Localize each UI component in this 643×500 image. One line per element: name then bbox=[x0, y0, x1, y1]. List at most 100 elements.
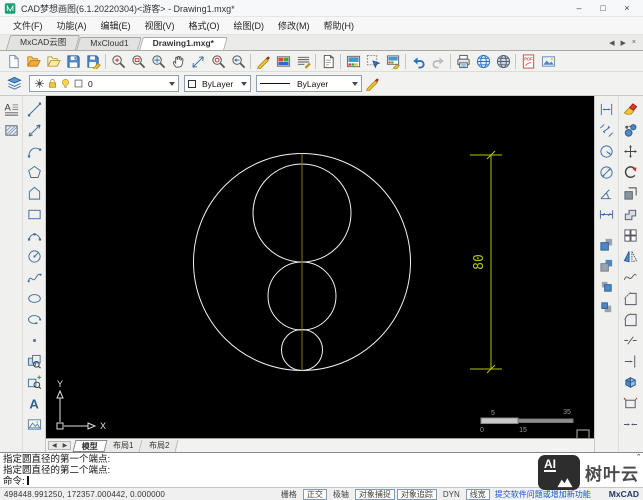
linetype-dropdown[interactable]: ByLayer bbox=[256, 75, 362, 92]
zoom-previous-icon[interactable] bbox=[228, 51, 248, 71]
erase-icon[interactable] bbox=[620, 99, 641, 120]
status-toggle[interactable]: 对象捕捉 bbox=[355, 489, 395, 500]
menu-item-modify[interactable]: 修改(M) bbox=[271, 19, 317, 32]
boundary-icon[interactable] bbox=[620, 393, 641, 414]
ellipse-arc-icon[interactable] bbox=[24, 309, 45, 330]
layer-sun-icon[interactable] bbox=[33, 77, 46, 90]
open-folder-icon[interactable] bbox=[43, 51, 63, 71]
match-prop-icon[interactable] bbox=[383, 51, 403, 71]
layers-icon[interactable] bbox=[4, 74, 24, 94]
image-icon[interactable] bbox=[24, 414, 45, 435]
offset-icon[interactable] bbox=[620, 183, 641, 204]
inscribed-polygon-icon[interactable] bbox=[24, 183, 45, 204]
open-cloud-icon[interactable] bbox=[23, 51, 43, 71]
status-toggle[interactable]: 正交 bbox=[303, 489, 327, 500]
publish-web-icon[interactable] bbox=[473, 51, 493, 71]
tab-mxcad-cloud[interactable]: MxCAD云图 bbox=[8, 35, 78, 50]
status-toggle[interactable]: DYN bbox=[439, 489, 464, 500]
print-icon[interactable] bbox=[453, 51, 473, 71]
layer-bulb-icon[interactable] bbox=[59, 77, 72, 90]
dim-continue-icon[interactable] bbox=[596, 204, 617, 225]
network-icon[interactable] bbox=[493, 51, 513, 71]
menu-item-help[interactable]: 帮助(H) bbox=[317, 19, 362, 32]
cad-drawing[interactable]: 80YX535015 bbox=[46, 96, 594, 438]
text-icon[interactable]: A bbox=[24, 393, 45, 414]
color-dropdown[interactable]: ByLayer bbox=[184, 75, 251, 92]
extend-icon[interactable] bbox=[620, 351, 641, 372]
menu-item-file[interactable]: 文件(F) bbox=[6, 19, 50, 32]
export-image-icon[interactable] bbox=[538, 51, 558, 71]
order-below-icon[interactable] bbox=[596, 297, 617, 318]
tab-mxcloud1[interactable]: MxCloud1 bbox=[78, 37, 140, 50]
layout-tab-layout1[interactable]: 布局1 bbox=[105, 440, 143, 452]
dim-linear-icon[interactable] bbox=[596, 99, 617, 120]
order-above-icon[interactable] bbox=[596, 276, 617, 297]
pan-icon[interactable] bbox=[168, 51, 188, 71]
dim-aligned-icon[interactable] bbox=[596, 120, 617, 141]
break-icon[interactable] bbox=[620, 330, 641, 351]
text-content-icon[interactable] bbox=[293, 51, 313, 71]
status-toggle[interactable]: 栅格 bbox=[277, 489, 301, 500]
menu-item-function[interactable]: 功能(A) bbox=[50, 19, 94, 32]
point-icon[interactable] bbox=[24, 330, 45, 351]
close-button[interactable]: × bbox=[615, 3, 639, 13]
save-as-icon[interactable] bbox=[83, 51, 103, 71]
drawing-canvas[interactable]: 80YX535015 bbox=[46, 96, 594, 438]
menu-item-view[interactable]: 视图(V) bbox=[138, 19, 182, 32]
zoom-extents-icon[interactable] bbox=[148, 51, 168, 71]
order-back-icon[interactable] bbox=[596, 255, 617, 276]
undo-icon[interactable] bbox=[408, 51, 428, 71]
polygon-icon[interactable] bbox=[24, 162, 45, 183]
box-3d-icon[interactable] bbox=[620, 372, 641, 393]
hatch-icon[interactable] bbox=[1, 120, 22, 141]
spline-edit-icon[interactable] bbox=[620, 267, 641, 288]
zoom-scale-icon[interactable] bbox=[188, 51, 208, 71]
status-toggle[interactable]: 对象追踪 bbox=[397, 489, 437, 500]
select-set-icon[interactable] bbox=[363, 51, 383, 71]
arc-3point-icon[interactable] bbox=[24, 225, 45, 246]
join-icon[interactable] bbox=[620, 414, 641, 435]
menu-item-format[interactable]: 格式(O) bbox=[182, 19, 227, 32]
layout-scroll-right-icon[interactable]: ▶ bbox=[60, 442, 71, 449]
circle-icon[interactable] bbox=[24, 246, 45, 267]
page-setup-icon[interactable] bbox=[318, 51, 338, 71]
chamfer-icon[interactable] bbox=[620, 288, 641, 309]
fillet-icon[interactable] bbox=[620, 309, 641, 330]
zoom-object-icon[interactable] bbox=[208, 51, 228, 71]
layer-dropdown[interactable]: 0 bbox=[29, 75, 179, 92]
polyline-edit-icon[interactable] bbox=[620, 204, 641, 225]
maximize-button[interactable]: □ bbox=[591, 3, 615, 13]
dimension-value[interactable]: 80 bbox=[472, 254, 487, 270]
layout-tab-model[interactable]: 模型 bbox=[73, 440, 108, 452]
layout-scroll-left-icon[interactable]: ◀ bbox=[49, 442, 60, 449]
arc-icon[interactable] bbox=[24, 141, 45, 162]
move-icon[interactable] bbox=[620, 141, 641, 162]
minimize-button[interactable]: – bbox=[567, 3, 591, 13]
insert-block-icon[interactable] bbox=[24, 351, 45, 372]
zoom-in-icon[interactable] bbox=[108, 51, 128, 71]
copy-icon[interactable] bbox=[620, 120, 641, 141]
insert-raster-icon[interactable] bbox=[273, 51, 293, 71]
status-toggle[interactable]: 极轴 bbox=[329, 489, 353, 500]
export-pdf-icon[interactable]: PDF bbox=[518, 51, 538, 71]
rectangle-icon[interactable] bbox=[24, 204, 45, 225]
layer-lock-icon[interactable] bbox=[46, 77, 59, 90]
rotate-icon[interactable] bbox=[620, 162, 641, 183]
tab-close-icon[interactable]: × bbox=[629, 39, 639, 46]
dim-diameter-icon[interactable] bbox=[596, 162, 617, 183]
menu-item-draw[interactable]: 绘图(D) bbox=[227, 19, 272, 32]
mirror-icon[interactable] bbox=[620, 246, 641, 267]
array-icon[interactable] bbox=[620, 225, 641, 246]
dim-radius-icon[interactable] bbox=[596, 141, 617, 162]
menu-item-edit[interactable]: 编辑(E) bbox=[94, 19, 138, 32]
dim-angular-icon[interactable] bbox=[596, 183, 617, 204]
redo-icon[interactable] bbox=[428, 51, 448, 71]
line-icon[interactable] bbox=[24, 99, 45, 120]
feedback-link[interactable]: 提交软件问题或增加新功能 bbox=[495, 489, 591, 500]
draw-pencil-icon[interactable] bbox=[362, 74, 382, 94]
draw-color-icon[interactable] bbox=[253, 51, 273, 71]
zoom-window-icon[interactable] bbox=[128, 51, 148, 71]
text-style-icon[interactable]: A bbox=[1, 99, 22, 120]
spline-icon[interactable] bbox=[24, 267, 45, 288]
tab-drawing1[interactable]: Drawing1.mxg* bbox=[141, 37, 226, 50]
